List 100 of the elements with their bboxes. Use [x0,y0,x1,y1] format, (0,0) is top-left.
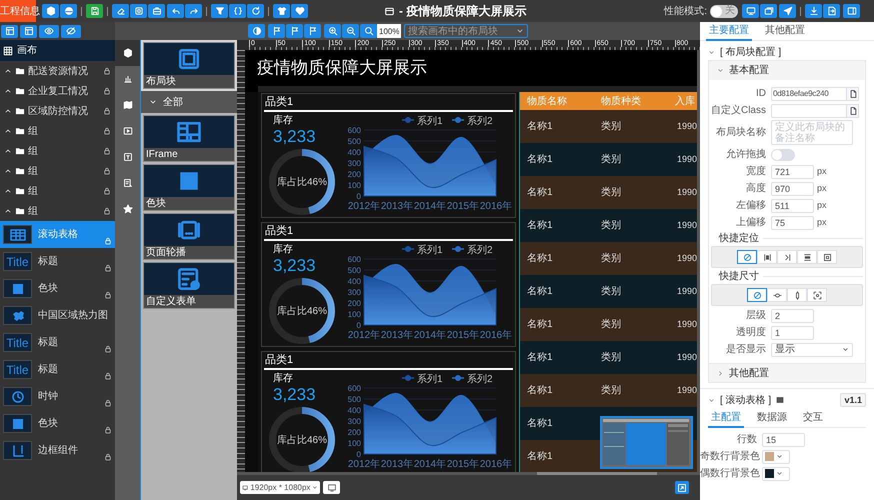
table-cell-text: 1990 [676,186,697,199]
table-cell-text: 类别 [601,120,622,134]
layer-label: 中国区域热力图 [38,308,108,323]
table-cell-text: 1990 [676,252,697,265]
layer-label: 标题 [38,254,59,269]
card-title: 品类1 [265,224,294,239]
axis-label: 500 [348,266,361,275]
field-label: 布局块名称 [715,126,767,140]
table-cell-text: 1990 [676,384,697,397]
layer-label: 时钟 [38,390,59,404]
axis-label: 300 [348,288,361,297]
column-header: 入库 [675,94,696,108]
layer-label: 画布 [17,44,37,58]
layer-label: 标题 [38,362,59,377]
legend-label: 系列2 [467,373,493,385]
card-label: 色块 [144,197,234,210]
axis-label: 2014年 [414,459,446,470]
table-cell-text: 1990 [676,152,697,166]
layer-label: 滚动表格 [38,228,79,242]
legend-label: 系列1 [417,115,443,127]
group-label: 快捷定位 [719,232,759,246]
axis-label: 400 [348,277,361,286]
axis-label: 0 [356,450,361,459]
axis-label: 2014年 [414,330,446,341]
layer-label: 色块 [38,282,59,296]
table-cell-text: 1990 [676,284,697,298]
table-cell-text: 名称1 [526,219,554,233]
axis-label: 2015年 [446,201,480,212]
card-label: IFrame [144,148,234,161]
axis-label: 2015年 [446,330,480,341]
card-title: 品类1 [265,94,294,110]
table-cell-text: 类别 [601,186,622,200]
unit-label: px [817,198,827,212]
axis-label: 500 [348,395,361,404]
axis-label: 100 [348,439,361,448]
table-cell-text: 名称1 [526,153,554,167]
axis-label: 600 [348,384,361,393]
layer-label: 企业复工情况 [28,84,89,98]
table-cell-text: 名称1 [526,186,554,200]
stock-label: 库存 [272,115,294,127]
field-label: ID [755,87,767,101]
axis-label: 2013年 [380,330,414,341]
field-label: 行数 [736,433,758,447]
unit-label: px [817,216,827,229]
layer-label: 组 [28,184,39,198]
axis-label: 400 [348,406,361,415]
field-label: 上偏移 [735,216,767,230]
layer-label: 区域防控情况 [28,104,89,118]
layer-label: 组 [28,164,39,178]
legend-label: 系列1 [417,373,443,385]
axis-label: 100 [348,181,361,190]
version-badge: v1.1 [840,393,866,407]
table-cell-text: 名称1 [526,252,554,266]
layer-label: 配送资源情况 [28,64,89,78]
stock-value: 3,233 [272,256,317,276]
field-label: 透明度 [735,326,767,340]
card-label: 自定义表单 [144,295,234,308]
legend-label: 系列2 [467,244,493,256]
table-cell-text: 类别 [601,284,622,299]
field-label: 奇数行背景色 [700,450,761,464]
table-cell-text: 1990 [676,120,697,133]
layer-label: 组 [28,124,39,138]
unit-label: px [817,164,827,178]
field-label: 宽度 [745,164,767,179]
layer-label: 组 [28,144,39,158]
stock-label: 库存 [272,373,294,385]
table-cell-text: 类别 [601,350,622,365]
table-cell-text: 名称1 [526,384,554,398]
axis-label: 200 [348,170,361,179]
table-cell-text: 名称1 [526,450,554,464]
thumbnail-text: Title [6,364,29,376]
axis-label: 200 [348,428,361,437]
axis-label: 2016年 [480,201,512,212]
axis-label: 300 [348,417,361,426]
column-header: 物质名称 [526,94,568,108]
field-label: 是否显示 [725,343,767,357]
table-cell-text: 名称1 [526,351,554,365]
unit-label: px [817,182,827,195]
stock-label: 库存 [272,244,294,256]
axis-label: 2012年 [348,459,380,470]
layer-label: 组 [28,204,39,218]
axis-label: 2015年 [446,459,480,470]
layer-label: 色块 [38,416,59,431]
axis-label: 2013年 [380,201,414,212]
axis-label: 300 [348,159,361,168]
window-title: - 疫情物质保障大屏展示 [399,3,526,20]
table-cell-text: 类别 [601,218,622,233]
axis-label: 0 [356,321,361,330]
group-label: 快捷尺寸 [719,270,759,284]
gauge-label: 库占比46% [276,176,327,190]
table-cell-text: 类别 [601,384,622,398]
table-cell-text: 1990 [676,318,697,331]
card-label: 页面轮播 [144,246,234,259]
axis-label: 500 [348,137,361,146]
axis-label: 400 [348,148,361,157]
axis-label: 2012年 [348,201,380,212]
stock-value: 3,233 [272,127,317,147]
axis-label: 2016年 [480,330,512,341]
field-label: 高度 [745,182,767,196]
axis-label: 0 [356,192,361,201]
